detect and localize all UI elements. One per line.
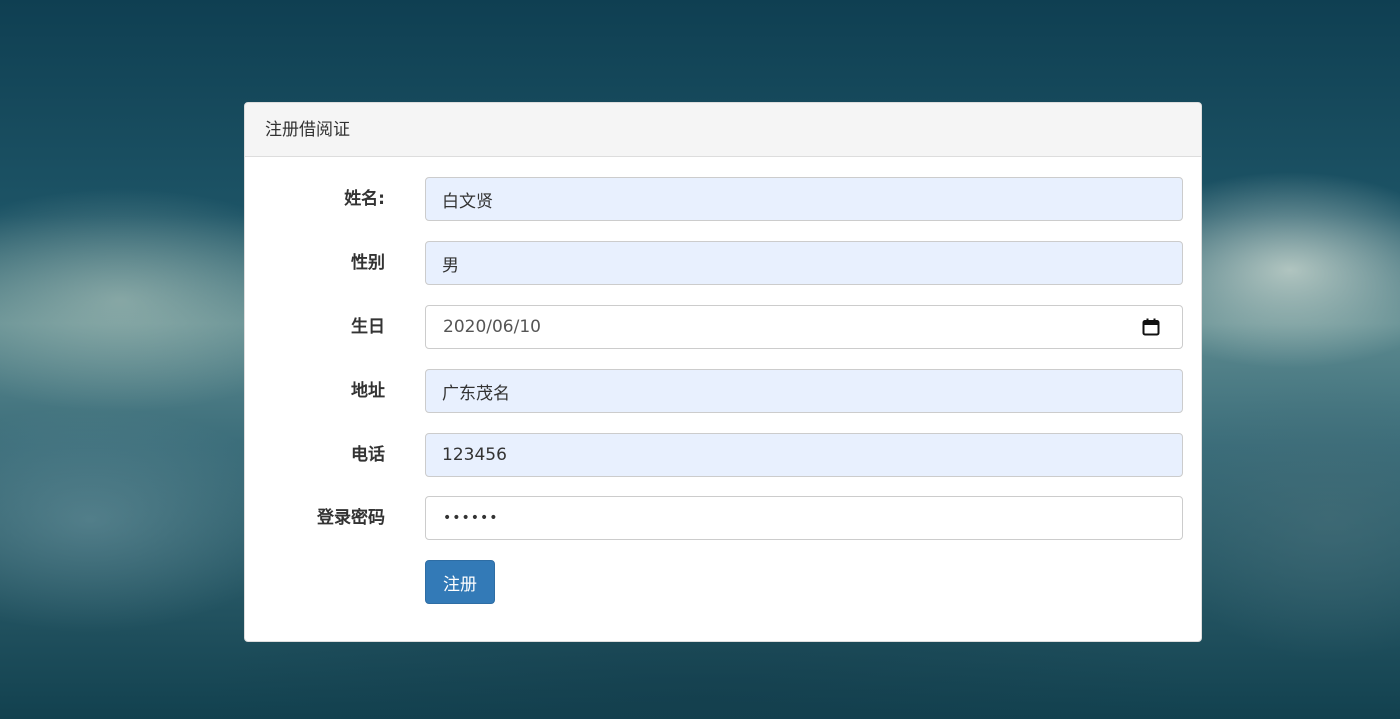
- password-mask: ••••••: [443, 510, 499, 526]
- password-label: 登录密码: [317, 508, 385, 528]
- password-row: 登录密码 ••••••: [245, 496, 1201, 540]
- name-row: 姓名:: [245, 177, 1201, 221]
- calendar-icon[interactable]: [1142, 318, 1160, 336]
- phone-label: 电话: [351, 445, 385, 465]
- name-label: 姓名:: [344, 189, 385, 209]
- address-label: 地址: [351, 381, 385, 401]
- phone-row: 电话: [245, 433, 1201, 477]
- birthday-date-input[interactable]: 2020/06/10: [425, 305, 1183, 349]
- birthday-value: 2020/06/10: [443, 317, 541, 337]
- password-input[interactable]: ••••••: [425, 496, 1183, 540]
- register-button[interactable]: 注册: [425, 560, 495, 604]
- phone-input[interactable]: [425, 433, 1183, 477]
- address-input[interactable]: [425, 369, 1183, 413]
- register-library-card-panel: 注册借阅证 姓名: 性别 生日 2020/06/10 地址 电话 登录密码 ••: [244, 102, 1202, 642]
- gender-row: 性别: [245, 241, 1201, 285]
- gender-label: 性别: [351, 253, 385, 273]
- gender-input[interactable]: [425, 241, 1183, 285]
- birthday-label: 生日: [351, 317, 385, 337]
- address-row: 地址: [245, 369, 1201, 413]
- birthday-row: 生日 2020/06/10: [245, 305, 1201, 349]
- panel-title: 注册借阅证: [245, 103, 1201, 157]
- name-input[interactable]: [425, 177, 1183, 221]
